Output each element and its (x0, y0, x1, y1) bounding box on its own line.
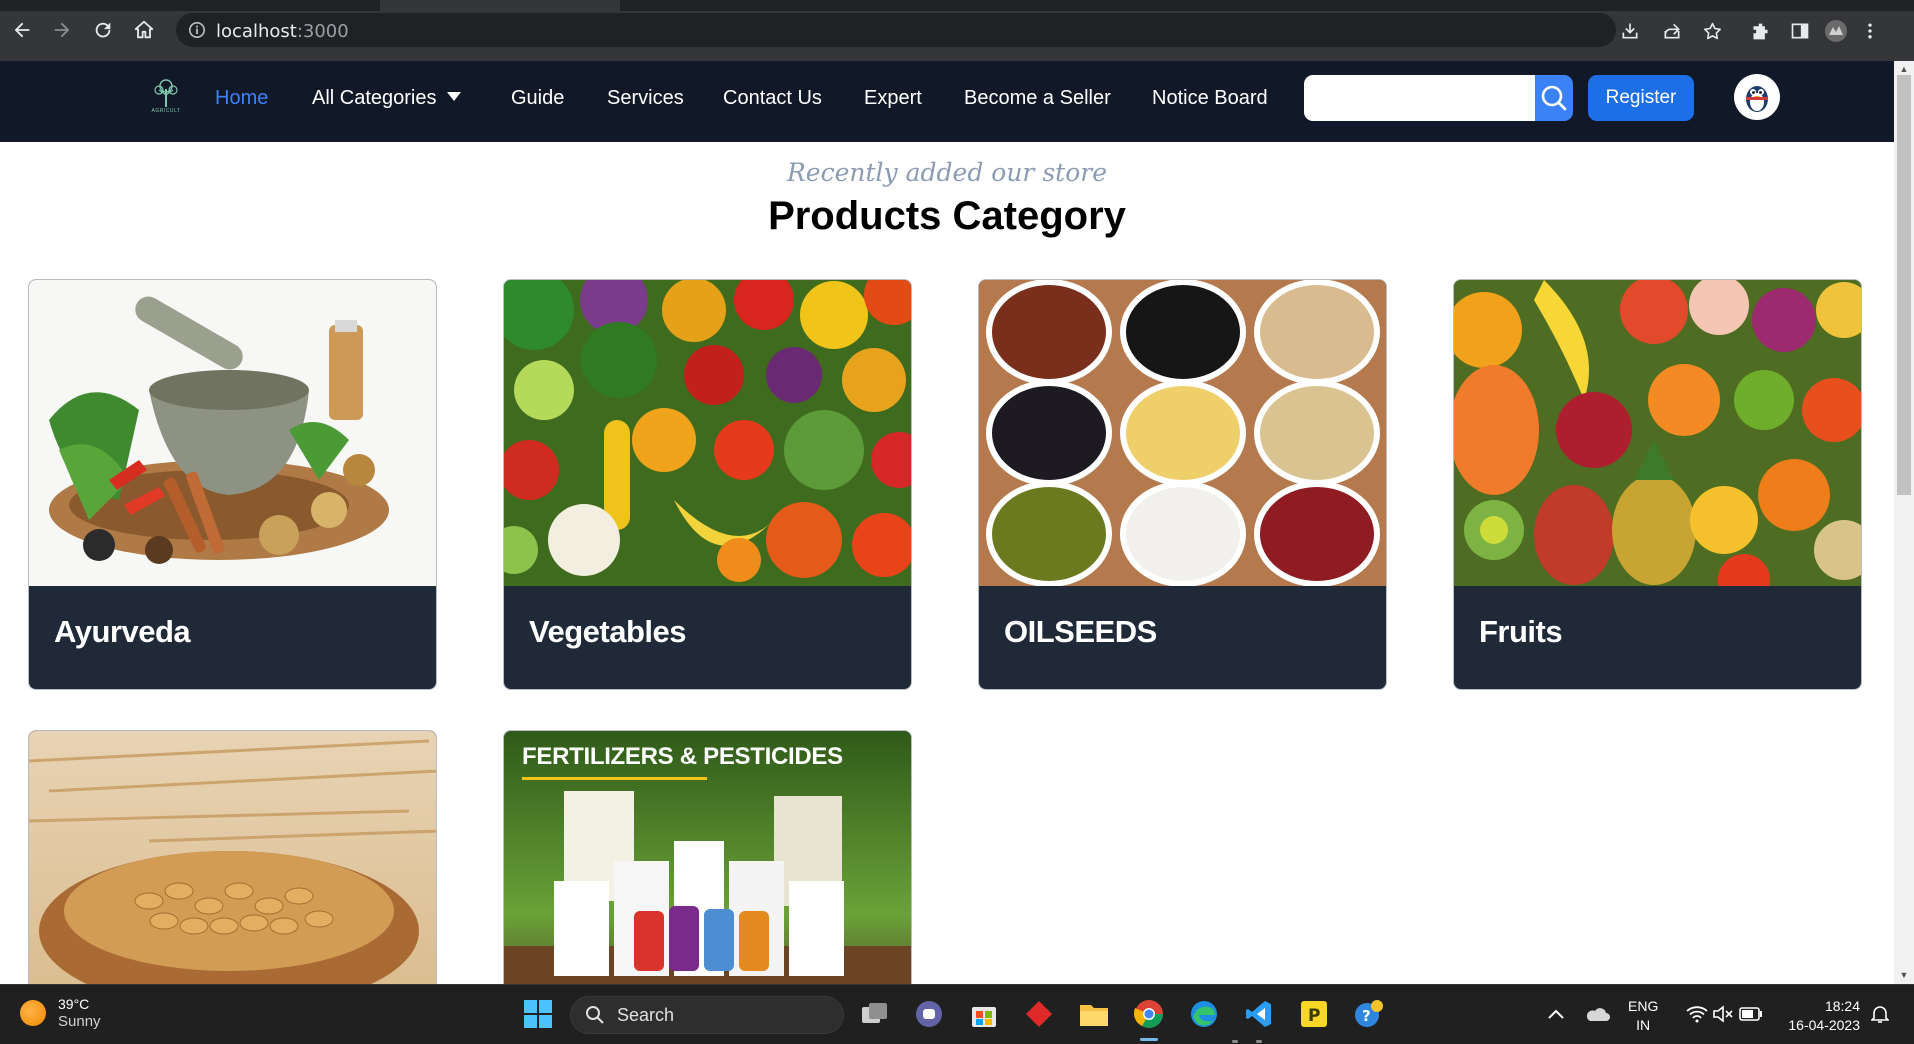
yellow-p-app-icon[interactable]: P (1297, 997, 1331, 1031)
weather-condition: Sunny (58, 1013, 101, 1030)
sun-icon (20, 1000, 46, 1026)
address-bar-actions (1618, 18, 1724, 44)
windows-start-icon[interactable] (521, 997, 555, 1031)
taskbar-search-label: Search (617, 1004, 675, 1025)
scrollbar-thumb[interactable] (1897, 75, 1911, 495)
category-card-fruits[interactable]: Fruits (1453, 279, 1862, 690)
fruits-image (1454, 280, 1861, 586)
category-label: Ayurveda (54, 614, 191, 649)
search-input[interactable] (1304, 75, 1535, 121)
category-label: OILSEEDS (1004, 614, 1157, 649)
page-title: Products Category (768, 194, 1126, 238)
category-label: Vegetables (529, 614, 686, 649)
file-explorer-icon[interactable] (1077, 997, 1111, 1031)
vscode-icon[interactable] (1242, 997, 1276, 1031)
onedrive-cloud-icon[interactable] (1580, 997, 1614, 1031)
region-code: IN (1636, 1017, 1651, 1033)
taskbar-search-icon (586, 1006, 604, 1024)
microsoft-store-icon[interactable] (967, 997, 1001, 1031)
bookmark-star-icon[interactable] (1700, 19, 1724, 43)
site-navbar: AGRICULT Home All Categories Guide Servi… (0, 61, 1894, 142)
search-button[interactable] (1535, 75, 1573, 121)
tree-logo-icon (154, 79, 178, 107)
nav-contact-us[interactable]: Contact Us (723, 87, 822, 110)
tab-strip (0, 0, 1914, 11)
category-card-vegetables[interactable]: Vegetables (503, 279, 912, 690)
task-view-icon[interactable] (858, 997, 892, 1031)
chrome-active-indicator (1140, 1038, 1158, 1041)
logo-text: AGRICULT (151, 108, 181, 114)
nav-all-categories-label: All Categories (312, 87, 437, 109)
clock-time: 18:24 (1824, 998, 1860, 1014)
nav-become-seller[interactable]: Become a Seller (964, 87, 1111, 110)
oilseeds-image (979, 280, 1386, 586)
category-card-oilseeds[interactable]: OILSEEDS (978, 279, 1387, 690)
nav-home[interactable]: Home (215, 87, 268, 110)
penguin-avatar-icon (1746, 86, 1768, 112)
clock-date: 16-04-2023 (1788, 1017, 1860, 1033)
category-card-ayurveda[interactable]: Ayurveda (28, 279, 437, 690)
teams-chat-icon[interactable] (912, 997, 946, 1031)
vegetables-image (504, 280, 911, 586)
tips-help-icon[interactable]: ? (1352, 997, 1386, 1031)
side-panel-icon[interactable] (1788, 19, 1812, 43)
extensions-icon[interactable] (1748, 19, 1772, 43)
caret-down-icon (446, 92, 461, 101)
nav-notice-board[interactable]: Notice Board (1152, 87, 1268, 110)
edge-icon[interactable] (1187, 997, 1221, 1031)
nav-services[interactable]: Services (607, 87, 684, 110)
tray-chevron-up-icon[interactable] (1538, 997, 1574, 1031)
ayurveda-image (29, 280, 436, 586)
category-card-wheat[interactable] (28, 730, 437, 990)
category-card-fertilizers[interactable]: FERTILIZERS & PESTICIDES (503, 730, 912, 990)
share-icon[interactable] (1660, 19, 1684, 43)
scroll-up-icon[interactable]: ▲ (1898, 64, 1910, 74)
weather-widget[interactable]: 39°C Sunny (20, 995, 101, 1031)
back-icon[interactable] (8, 16, 36, 44)
forward-icon[interactable] (48, 16, 76, 44)
svg-text:?: ? (1362, 1007, 1371, 1025)
wheat-image (29, 731, 436, 990)
svg-text:P: P (1308, 1006, 1320, 1026)
url-text: localhost:3000 (216, 21, 349, 42)
section-eyebrow: Recently added our store (786, 158, 1107, 187)
clock[interactable]: 18:24 16-04-2023 (1778, 997, 1860, 1035)
language-code: ENG (1628, 998, 1659, 1014)
category-label: Fruits (1479, 614, 1563, 649)
browser-actions (1748, 18, 1882, 44)
address-bar[interactable]: localhost:3000 (176, 13, 1616, 47)
register-button[interactable]: Register (1588, 75, 1694, 121)
browser-toolbar: localhost:3000 (0, 0, 1914, 61)
site-info-icon[interactable] (188, 21, 206, 39)
more-menu-icon[interactable] (1858, 19, 1882, 43)
reload-icon[interactable] (89, 16, 117, 44)
vscode-running-indicator (1256, 1040, 1262, 1043)
notification-bell-icon[interactable] (1868, 997, 1892, 1031)
chrome-icon[interactable] (1132, 997, 1166, 1031)
nav-expert[interactable]: Expert (864, 87, 922, 110)
input-language-indicator[interactable]: ENG IN (1628, 997, 1658, 1035)
profile-avatar-icon[interactable] (1824, 19, 1848, 43)
search-icon (1541, 85, 1567, 111)
taskbar-search[interactable]: Search (570, 996, 844, 1034)
red-diamond-app-icon[interactable] (1022, 997, 1056, 1031)
battery-icon[interactable] (1734, 997, 1768, 1031)
weather-temperature: 39°C (58, 996, 90, 1012)
edge-running-indicator (1232, 1040, 1238, 1043)
scroll-down-icon[interactable]: ▼ (1898, 970, 1910, 980)
install-app-icon[interactable] (1618, 19, 1642, 43)
home-icon[interactable] (130, 16, 158, 44)
windows-taskbar: 39°C Sunny Search P ? ENG IN 18:24 16-04… (0, 984, 1914, 1044)
user-avatar[interactable] (1734, 74, 1780, 120)
nav-guide[interactable]: Guide (511, 87, 564, 110)
nav-all-categories[interactable]: All Categories (312, 87, 461, 110)
site-logo[interactable]: AGRICULT (148, 77, 184, 121)
fertilizers-banner-text: FERTILIZERS & PESTICIDES (522, 743, 843, 770)
